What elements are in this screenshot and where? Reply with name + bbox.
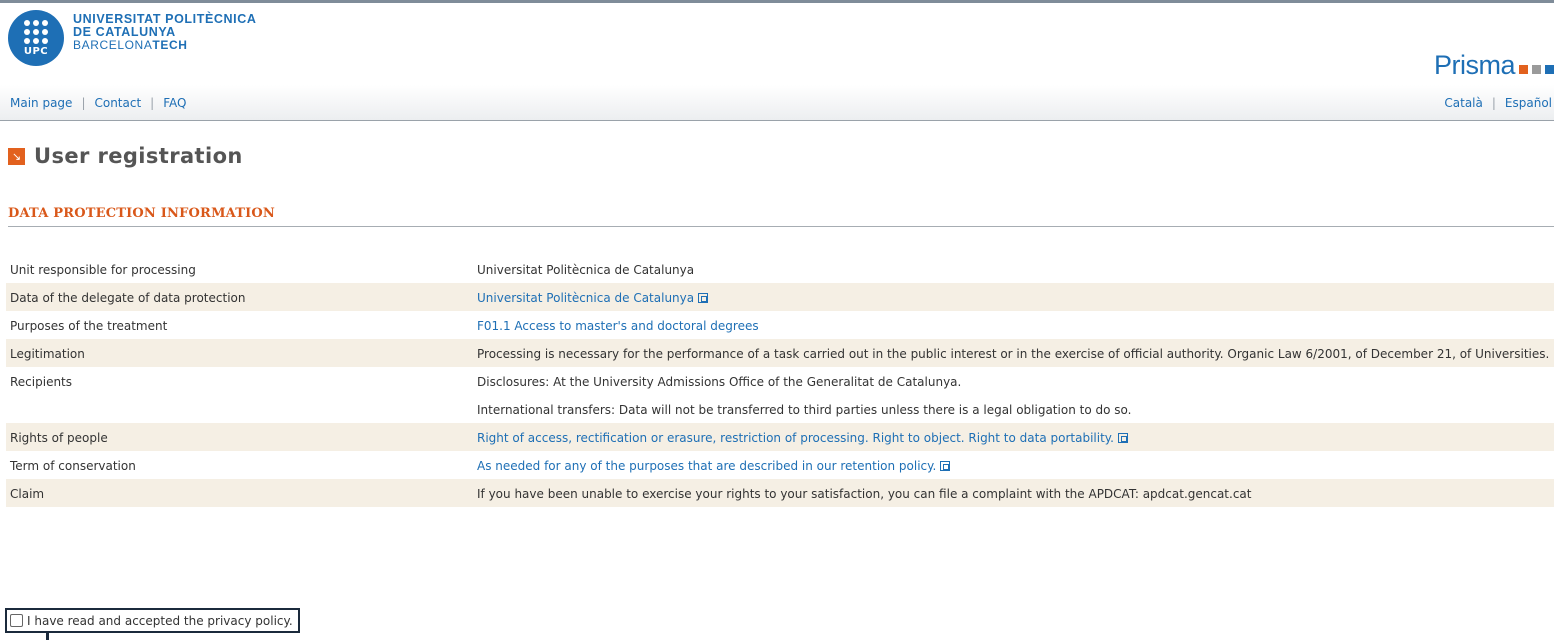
page-title: ↘ User registration [8, 144, 243, 168]
row-label: Unit responsible for processing [10, 263, 196, 277]
table-row: Data of the delegate of data protection … [6, 283, 1554, 311]
row-label: Data of the delegate of data protection [6, 283, 473, 311]
page-title-text: User registration [34, 144, 243, 168]
purposes-link[interactable]: F01.1 Access to master's and doctoral de… [477, 319, 759, 333]
row-label: Purposes of the treatment [10, 319, 168, 333]
logo-text: UPC [23, 46, 49, 57]
row-value: Disclosures: At the University Admission… [473, 367, 1554, 423]
table-row: Recipients Disclosures: At the Universit… [6, 367, 1554, 423]
table-row: Term of conservation As needed for any o… [6, 451, 1554, 479]
table-row: Legitimation Processing is necessary for… [6, 339, 1554, 367]
row-value: If you have been unable to exercise your… [473, 479, 1554, 507]
nav-separator: | [81, 96, 86, 110]
row-label: Legitimation [6, 339, 473, 367]
nav-separator: | [1491, 96, 1496, 110]
row-value: Universitat Politècnica de Catalunya [473, 283, 1554, 311]
nav-bar: Main page | Contact | FAQ Català | Españ… [0, 85, 1554, 121]
university-line-3: BARCELONATECH [73, 39, 256, 52]
language-nav: Català | Español [1444, 96, 1552, 110]
recipients-transfers: International transfers: Data will not b… [477, 403, 1132, 417]
retention-policy-link[interactable]: As needed for any of the purposes that a… [477, 459, 936, 473]
brand-square-3 [1545, 64, 1554, 74]
data-protection-table: Unit responsible for processing Universi… [6, 255, 1554, 507]
prisma-logo[interactable]: Prisma [1434, 50, 1554, 80]
lang-catala-link[interactable]: Català [1444, 96, 1482, 110]
upc-logo[interactable]: UPC [8, 10, 64, 66]
arrow-down-right-icon: ↘ [8, 147, 25, 165]
row-value: Right of access, rectification or erasur… [473, 423, 1554, 451]
brand-square-2 [1532, 64, 1541, 74]
external-link-icon[interactable] [940, 461, 951, 471]
row-label: Rights of people [6, 423, 473, 451]
privacy-consent[interactable]: I have read and accepted the privacy pol… [5, 608, 300, 633]
table-row: Rights of people Right of access, rectif… [6, 423, 1554, 451]
nav-faq-link[interactable]: FAQ [163, 96, 186, 110]
university-name[interactable]: UNIVERSITAT POLITÈCNICA DE CATALUNYA BAR… [73, 13, 256, 52]
external-link-icon[interactable] [1118, 433, 1128, 443]
lang-espanol-link[interactable]: Español [1505, 96, 1552, 110]
text-cursor [46, 633, 49, 640]
main-nav: Main page | Contact | FAQ [10, 96, 186, 110]
privacy-consent-label[interactable]: I have read and accepted the privacy pol… [27, 614, 293, 628]
logo-dots-icon [24, 20, 48, 44]
table-row: Purposes of the treatment F01.1 Access t… [6, 311, 1554, 339]
brand-square-1 [1519, 64, 1528, 74]
rights-link[interactable]: Right of access, rectification or erasur… [477, 431, 1114, 445]
delegate-link[interactable]: Universitat Politècnica de Catalunya [477, 291, 694, 305]
row-label: Recipients [10, 375, 73, 389]
row-value: F01.1 Access to master's and doctoral de… [473, 311, 1554, 339]
university-line-3-a: BARCELONA [73, 38, 153, 52]
row-value: As needed for any of the purposes that a… [473, 451, 1554, 479]
external-link-icon[interactable] [698, 293, 709, 303]
row-value: Universitat Politècnica de Catalunya [477, 263, 695, 277]
header: UPC UNIVERSITAT POLITÈCNICA DE CATALUNYA… [0, 3, 1554, 85]
nav-separator: | [150, 96, 155, 110]
nav-main-page-link[interactable]: Main page [10, 96, 72, 110]
section-divider [8, 226, 1554, 227]
section-heading: DATA PROTECTION INFORMATION [8, 206, 275, 221]
university-line-3-b: TECH [152, 38, 188, 52]
recipients-disclosures: Disclosures: At the University Admission… [477, 375, 962, 389]
nav-contact-link[interactable]: Contact [94, 96, 141, 110]
table-row: Unit responsible for processing Universi… [6, 255, 1554, 283]
row-value: Processing is necessary for the performa… [473, 339, 1554, 367]
row-label: Term of conservation [10, 459, 136, 473]
row-label: Claim [6, 479, 473, 507]
app-name: Prisma [1433, 49, 1516, 80]
privacy-checkbox[interactable] [10, 614, 23, 627]
table-row: Claim If you have been unable to exercis… [6, 479, 1554, 507]
